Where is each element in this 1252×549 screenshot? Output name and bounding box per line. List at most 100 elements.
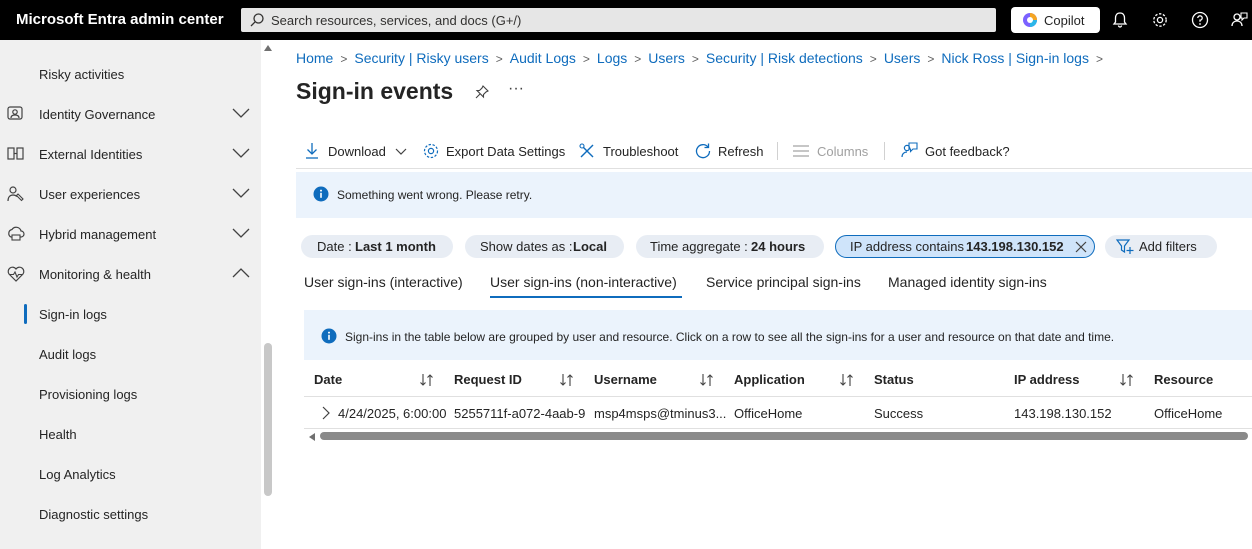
refresh-label: Refresh [718, 144, 764, 159]
cell-username: msp4msps@tminus3... [594, 406, 726, 421]
cell-request-id: 5255711f-a072-4aab-9 [454, 406, 585, 421]
table-header-divider [304, 396, 1252, 397]
more-options-icon[interactable]: ··· [508, 80, 524, 98]
download-button[interactable]: Download [304, 138, 410, 164]
scroll-left-arrow-icon[interactable] [308, 432, 316, 442]
chevron-right-icon: > [869, 52, 877, 66]
column-header-username[interactable]: Username [594, 372, 657, 387]
tab-user-sign-ins-interactive[interactable]: User sign-ins (interactive) [304, 274, 463, 290]
column-header-resource[interactable]: Resource [1154, 372, 1213, 387]
sidebar-item-label: Health [39, 427, 77, 442]
breadcrumb-users-2[interactable]: Users [884, 50, 921, 66]
chevron-right-icon: > [340, 52, 348, 66]
export-data-settings-button[interactable]: Export Data Settings [422, 138, 565, 164]
filter-show-dates-key: Show dates as : [480, 239, 573, 254]
sidebar-item-health[interactable]: Health [0, 414, 261, 454]
app-title[interactable]: Microsoft Entra admin center [16, 11, 224, 28]
breadcrumb-home[interactable]: Home [296, 50, 333, 66]
active-indicator [24, 304, 27, 324]
sidebar-item-audit-logs[interactable]: Audit logs [0, 334, 261, 374]
tab-service-principal-sign-ins[interactable]: Service principal sign-ins [706, 274, 861, 290]
chevron-down-icon[interactable] [232, 228, 250, 238]
chevron-up-icon[interactable] [232, 268, 250, 278]
breadcrumb-users[interactable]: Users [648, 50, 685, 66]
filter-ip-key: IP address contains [850, 239, 964, 254]
troubleshoot-button[interactable]: Troubleshoot [578, 138, 682, 164]
pin-icon[interactable] [474, 84, 490, 100]
search-icon [250, 13, 264, 27]
table-horizontal-scrollbar[interactable] [320, 432, 1248, 440]
sidebar-item-label: Hybrid management [39, 227, 157, 242]
sort-arrows-icon[interactable] [419, 372, 435, 388]
grouping-info-bar: Sign-ins in the table below are grouped … [304, 310, 1252, 360]
copilot-label: Copilot [1044, 13, 1085, 28]
search-box[interactable]: Search resources, services, and docs (G+… [241, 8, 996, 32]
search-placeholder: Search resources, services, and docs (G+… [271, 13, 522, 28]
bell-icon[interactable] [1110, 10, 1130, 30]
cell-resource: OfficeHome [1154, 406, 1223, 421]
sort-arrows-icon[interactable] [699, 372, 715, 388]
sort-arrows-icon[interactable] [1119, 372, 1135, 388]
breadcrumb: Home > Security | Risky users > Audit Logs > L… [296, 50, 1110, 66]
sidebar-item-monitoring-health[interactable]: Monitoring & health [0, 254, 261, 294]
breadcrumb-nick-ross-sign-in-logs[interactable]: Nick Ross | Sign-in logs [941, 50, 1089, 66]
copilot-button[interactable]: Copilot [1011, 7, 1100, 33]
sidebar-item-diagnostic-settings[interactable]: Diagnostic settings [0, 494, 261, 534]
tab-user-sign-ins-non-interactive[interactable]: User sign-ins (non-interactive) [490, 274, 677, 290]
cell-application: OfficeHome [734, 406, 803, 421]
sidebar-item-risky-activities[interactable]: Risky activities [0, 54, 261, 94]
sidebar-item-label: User experiences [39, 187, 141, 202]
got-feedback-button[interactable]: Got feedback? [900, 138, 1012, 164]
columns-button[interactable]: Columns [793, 138, 869, 164]
identity-governance-icon [7, 106, 23, 120]
chevron-right-icon: > [495, 52, 503, 66]
sidebar-item-label: Sign-in logs [39, 307, 107, 322]
column-header-date[interactable]: Date [314, 372, 342, 387]
filter-pill-show-dates[interactable]: Show dates as : Local [465, 235, 624, 258]
breadcrumb-audit-logs[interactable]: Audit Logs [510, 50, 576, 66]
breadcrumb-risk-detections[interactable]: Security | Risk detections [706, 50, 863, 66]
chevron-down-icon[interactable] [232, 188, 250, 198]
chevron-right-icon[interactable] [322, 406, 331, 420]
chevron-down-icon[interactable] [232, 108, 250, 118]
add-filters-button[interactable]: Add filters [1105, 235, 1217, 258]
add-filters-label: Add filters [1139, 239, 1197, 254]
toolbar-divider-line [296, 168, 1252, 169]
sort-arrows-icon[interactable] [559, 372, 575, 388]
tab-managed-identity-sign-ins[interactable]: Managed identity sign-ins [888, 274, 1047, 290]
page-title: Sign-in events [296, 78, 454, 104]
chevron-right-icon: > [691, 52, 699, 66]
sidebar-item-log-analytics[interactable]: Log Analytics [0, 454, 261, 494]
gear-icon[interactable] [1150, 10, 1170, 30]
active-tab-indicator [490, 296, 682, 298]
sidebar-item-external-identities[interactable]: External Identities [0, 134, 261, 174]
download-icon [306, 143, 318, 159]
scroll-up-arrow-icon[interactable] [263, 44, 273, 52]
column-header-ip-address[interactable]: IP address [1014, 372, 1080, 387]
sidebar-item-label: Identity Governance [39, 107, 156, 122]
sidebar-item-sign-in-logs[interactable]: Sign-in logs [0, 294, 261, 334]
chevron-down-icon[interactable] [232, 148, 250, 158]
error-message-text: Something went wrong. Please retry. [337, 188, 533, 202]
close-icon[interactable] [1075, 241, 1087, 253]
filter-pill-date[interactable]: Date : Last 1 month [301, 235, 453, 258]
sidebar-item-label: External Identities [39, 147, 143, 162]
cell-status: Success [874, 406, 924, 421]
breadcrumb-logs[interactable]: Logs [597, 50, 627, 66]
feedback-person-icon[interactable] [1229, 10, 1249, 30]
column-header-status[interactable]: Status [874, 372, 914, 387]
filter-pill-ip-address[interactable]: IP address contains 143.198.130.152 [835, 235, 1095, 258]
column-header-request-id[interactable]: Request ID [454, 372, 522, 387]
sidebar-item-identity-governance[interactable]: Identity Governance [0, 94, 261, 134]
column-header-application[interactable]: Application [734, 372, 805, 387]
help-icon[interactable] [1190, 10, 1210, 30]
sidebar-item-user-experiences[interactable]: User experiences [0, 174, 261, 214]
sidebar-item-provisioning-logs[interactable]: Provisioning logs [0, 374, 261, 414]
sidebar-scrollbar-thumb[interactable] [264, 343, 272, 496]
filter-time-aggregate-value: 24 hours [751, 239, 806, 254]
refresh-button[interactable]: Refresh [694, 138, 764, 164]
sidebar-item-hybrid-management[interactable]: Hybrid management [0, 214, 261, 254]
filter-pill-time-aggregate[interactable]: Time aggregate : 24 hours [636, 235, 824, 258]
sort-arrows-icon[interactable] [839, 372, 855, 388]
breadcrumb-risky-users[interactable]: Security | Risky users [354, 50, 488, 66]
